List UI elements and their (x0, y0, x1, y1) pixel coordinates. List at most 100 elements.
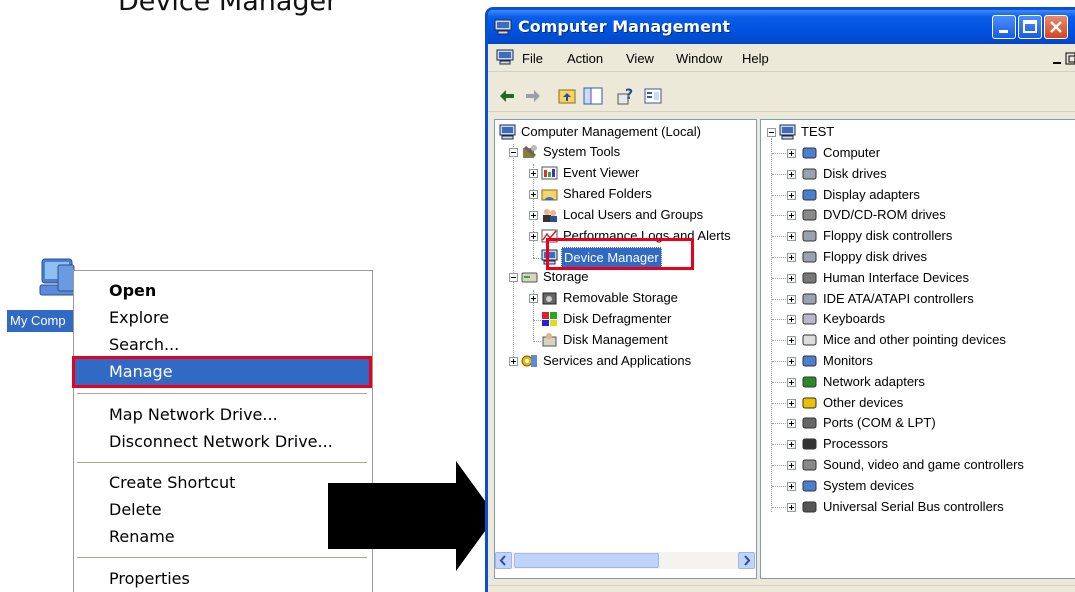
tree-item-label: Human Interface Devices (823, 269, 969, 285)
console-tree-pane[interactable]: Computer Management (Local) System Tools… (494, 119, 757, 579)
collapse-toggle[interactable] (767, 128, 776, 137)
tree-item-label: Disk Defragmenter (563, 311, 672, 326)
computer-management-icon (499, 124, 516, 140)
menu-item-disconnect-network-drive[interactable]: Disconnect Network Drive... (74, 429, 372, 455)
tree-line (772, 319, 786, 321)
scroll-left-button[interactable] (495, 552, 512, 569)
mdi-controls[interactable] (1052, 51, 1075, 67)
expand-toggle[interactable] (787, 502, 796, 512)
expand-toggle[interactable] (787, 149, 796, 158)
tree-line (772, 236, 786, 238)
expand-toggle[interactable] (787, 169, 796, 179)
tree-item-label: Processors (823, 436, 889, 452)
tree-item-label: Sound, video and game controllers (823, 457, 1024, 472)
mouse-icon (802, 334, 817, 346)
expand-toggle[interactable] (787, 232, 796, 242)
up-folder-icon[interactable] (556, 85, 578, 107)
device-manager-highlight-box (546, 238, 694, 270)
expand-toggle[interactable] (787, 315, 796, 325)
menu-action[interactable]: Action (567, 51, 603, 66)
tree-line (533, 320, 541, 321)
close-button[interactable] (1044, 15, 1068, 39)
maximize-button[interactable] (1018, 15, 1042, 39)
close-icon (1050, 21, 1062, 33)
expand-toggle[interactable] (787, 398, 796, 408)
tree-line (772, 298, 786, 300)
expand-toggle[interactable] (529, 211, 538, 220)
expand-toggle[interactable] (787, 336, 796, 346)
expand-toggle[interactable] (529, 169, 538, 178)
forward-icon[interactable] (522, 85, 544, 107)
computer-management-icon (494, 19, 512, 35)
title-bar[interactable]: Computer Management (488, 10, 1075, 44)
expand-toggle[interactable] (787, 357, 796, 366)
system-device-icon (802, 480, 817, 492)
services-icon (521, 355, 537, 367)
help-icon[interactable]: ? (616, 85, 638, 107)
tree-line (772, 277, 786, 279)
expand-toggle[interactable] (529, 190, 538, 199)
show-hide-tree-icon[interactable] (582, 85, 604, 107)
collapse-toggle[interactable] (509, 273, 518, 282)
expand-toggle[interactable] (787, 481, 796, 491)
menu-file[interactable]: File (522, 51, 543, 66)
keyboard-icon (802, 313, 817, 325)
expand-toggle[interactable] (787, 377, 796, 387)
floppy-controller-icon (802, 230, 817, 242)
system-menu-icon[interactable] (496, 49, 514, 65)
menu-view[interactable]: View (626, 51, 654, 66)
tree-item-label: Storage (543, 269, 589, 284)
other-devices-icon (802, 397, 817, 409)
menu-window[interactable]: Window (676, 51, 722, 66)
expand-toggle[interactable] (529, 294, 538, 303)
device-tree-pane[interactable]: TEST Computer Disk drives Display adapters… (760, 119, 1075, 579)
tree-line (772, 465, 786, 466)
display-adapter-icon (802, 189, 817, 201)
menu-separator (77, 557, 367, 558)
usb-icon (802, 501, 817, 513)
properties-icon[interactable] (642, 85, 664, 107)
tree-item-label: System Tools (543, 144, 621, 159)
manage-highlight-box (72, 356, 372, 388)
tree-line (533, 341, 541, 342)
menu-help[interactable]: Help (742, 51, 769, 66)
dvd-drive-icon (802, 209, 817, 221)
scroll-thumb[interactable] (514, 553, 659, 568)
menu-item-search[interactable]: Search... (74, 332, 372, 358)
tree-item-label: Other devices (823, 394, 904, 410)
minimize-button[interactable] (992, 15, 1016, 39)
my-computer-label[interactable]: My Comp (7, 310, 77, 332)
tree-item-label: Removable Storage (563, 290, 678, 305)
horizontal-scrollbar[interactable] (495, 552, 756, 569)
tree-item-label: System devices (823, 477, 915, 493)
tree-item-label: DVD/CD-ROM drives (823, 207, 946, 223)
expand-toggle[interactable] (787, 461, 796, 470)
tree-item-label: Ports (COM & LPT) (823, 415, 936, 431)
expand-toggle[interactable] (529, 232, 538, 241)
processor-icon (802, 438, 817, 450)
expand-toggle[interactable] (787, 273, 796, 283)
tree-item-label: Computer Management (Local) (521, 124, 701, 139)
expand-toggle[interactable] (787, 253, 796, 262)
tree-item-label: Services and Applications (543, 353, 692, 368)
svg-text:?: ? (625, 87, 633, 103)
expand-toggle[interactable] (787, 190, 796, 200)
menu-item-open[interactable]: Open (74, 278, 372, 304)
tree-line (772, 361, 786, 362)
scroll-right-button[interactable] (738, 552, 755, 569)
expand-toggle[interactable] (509, 357, 518, 366)
tree-item-label: Monitors (823, 353, 873, 368)
expand-toggle[interactable] (787, 419, 796, 429)
expand-toggle[interactable] (787, 440, 796, 450)
menu-item-map-network-drive[interactable]: Map Network Drive... (74, 402, 372, 428)
tree-line (772, 402, 786, 404)
menu-item-explore[interactable]: Explore (74, 305, 372, 331)
tree-line (772, 257, 786, 258)
expand-toggle[interactable] (787, 211, 796, 221)
back-icon[interactable] (496, 85, 518, 107)
expand-toggle[interactable] (787, 294, 796, 304)
collapse-toggle[interactable] (509, 148, 518, 157)
tree-item-label: TEST (801, 124, 835, 139)
tree-line (772, 340, 786, 342)
status-bar (488, 585, 1075, 592)
